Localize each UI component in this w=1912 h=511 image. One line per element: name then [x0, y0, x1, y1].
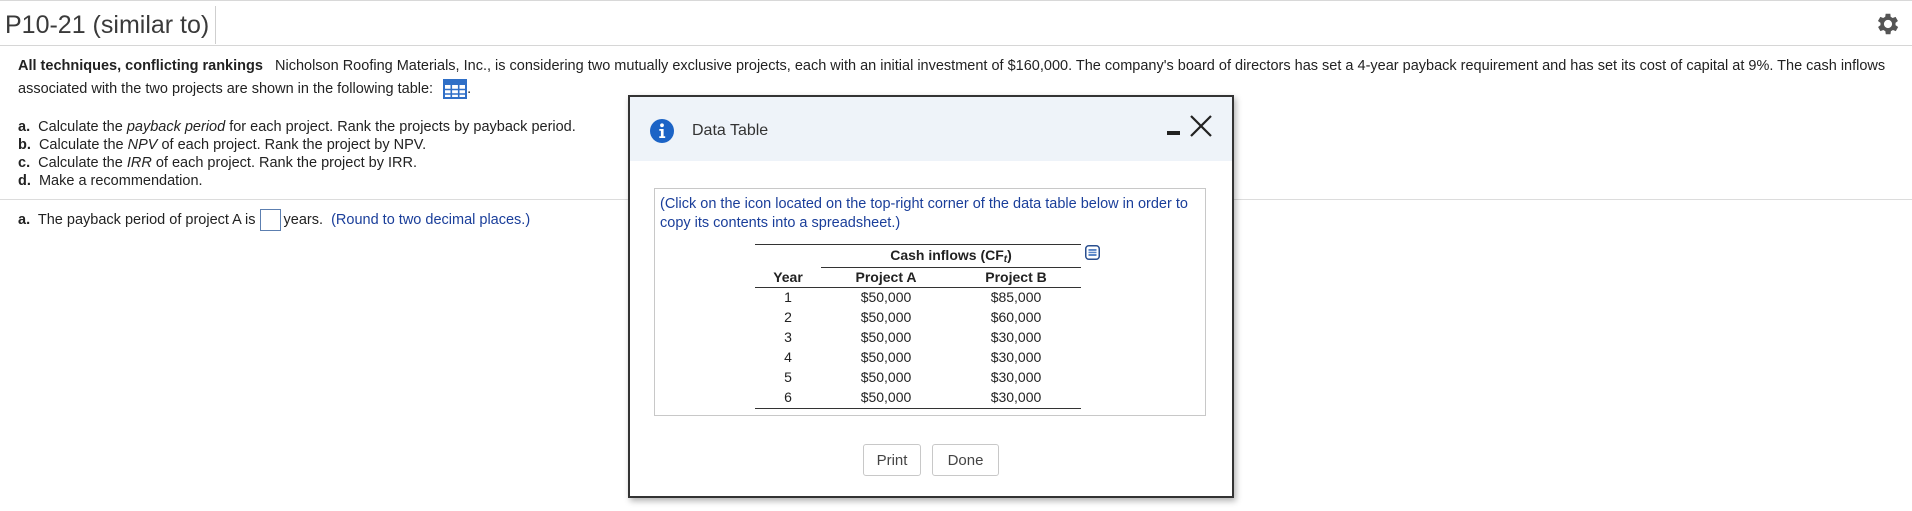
- year-cell: 4: [784, 349, 792, 365]
- dialog-header: Data Table: [630, 97, 1232, 161]
- data-table-box: (Click on the icon located on the top-ri…: [654, 188, 1206, 416]
- part-label: c.: [18, 155, 31, 171]
- question-text: Nicholson Roofing Materials, Inc., is co…: [18, 58, 1886, 97]
- dialog-title: Data Table: [692, 122, 769, 139]
- project-b-cell: $30,000: [990, 389, 1042, 405]
- part-d: d. Make a recommendation.: [18, 172, 576, 190]
- part-text: for each project. Rank the projects by p…: [225, 119, 576, 135]
- intro-period: .: [467, 81, 472, 97]
- data-table-dialog: Data Table (Click on the icon located on…: [628, 95, 1234, 498]
- project-a-cell: $50,000: [860, 329, 912, 345]
- top-border: [0, 0, 1912, 1]
- table-row: 5 $50,000 $30,000: [755, 369, 1081, 389]
- table-row: 3 $50,000 $30,000: [755, 329, 1081, 349]
- part-label: d.: [18, 173, 31, 189]
- part-text: Calculate the: [38, 119, 127, 135]
- table-rule: [821, 267, 1081, 268]
- part-label: b.: [18, 137, 31, 153]
- rounding-hint: (Round to two decimal places.): [331, 211, 531, 228]
- question-parts: a. Calculate the payback period for each…: [18, 118, 576, 190]
- question-topic: All techniques, conflicting rankings: [18, 58, 263, 74]
- column-header-project-a: Project A: [855, 269, 917, 285]
- group-header: Cash inflows (CFt): [890, 247, 1012, 265]
- project-a-cell: $50,000: [860, 369, 912, 385]
- part-text: Make a recommendation.: [38, 173, 203, 189]
- part-b: b. Calculate the NPV of each project. Ra…: [18, 136, 576, 154]
- project-a-cell: $50,000: [860, 309, 912, 325]
- answer-row: a. The payback period of project A is yea…: [18, 209, 530, 231]
- part-text: Calculate the: [38, 155, 127, 171]
- part-term: payback period: [126, 119, 226, 135]
- part-text: Calculate the: [38, 137, 128, 153]
- table-row: 1 $50,000 $85,000: [755, 289, 1081, 309]
- answer-label: a.: [18, 211, 31, 228]
- done-button[interactable]: Done: [932, 444, 999, 476]
- table-row: 2 $50,000 $60,000: [755, 309, 1081, 329]
- project-a-cell: $50,000: [860, 389, 912, 405]
- close-icon[interactable]: [1188, 113, 1214, 139]
- project-b-cell: $30,000: [990, 349, 1042, 365]
- answer-unit: years.: [283, 211, 324, 228]
- copy-instruction: (Click on the icon located on the top-ri…: [660, 196, 1188, 231]
- part-label: a.: [18, 119, 31, 135]
- year-cell: 6: [784, 389, 792, 405]
- project-b-cell: $85,000: [990, 289, 1042, 305]
- table-rule: [755, 244, 1081, 245]
- info-icon: [650, 119, 674, 143]
- table-rule: [755, 408, 1081, 409]
- year-cell: 3: [784, 329, 792, 345]
- year-cell: 2: [784, 309, 792, 325]
- project-a-cell: $50,000: [860, 349, 912, 365]
- project-b-cell: $30,000: [990, 329, 1042, 345]
- project-a-cell: $50,000: [860, 289, 912, 305]
- table-grid-icon[interactable]: [443, 79, 468, 100]
- minimize-icon[interactable]: [1166, 117, 1182, 141]
- table-row: 4 $50,000 $30,000: [755, 349, 1081, 369]
- gear-icon[interactable]: [1874, 10, 1902, 38]
- part-text: of each project. Rank the project by IRR…: [151, 155, 417, 171]
- part-term: IRR: [126, 155, 152, 171]
- project-b-cell: $60,000: [990, 309, 1042, 325]
- copy-icon[interactable]: [1085, 245, 1100, 260]
- column-header-year: Year: [773, 269, 803, 285]
- title-separator: [215, 6, 216, 44]
- table-rule: [755, 287, 1081, 288]
- part-term: NPV: [127, 137, 158, 153]
- year-cell: 1: [784, 289, 792, 305]
- project-b-cell: $30,000: [990, 369, 1042, 385]
- payback-answer-input[interactable]: [259, 209, 281, 231]
- column-header-project-b: Project B: [985, 269, 1047, 285]
- year-cell: 5: [784, 369, 792, 385]
- answer-prompt: The payback period of project A is: [37, 211, 256, 228]
- part-c: c. Calculate the IRR of each project. Ra…: [18, 154, 576, 172]
- part-a: a. Calculate the payback period for each…: [18, 118, 576, 136]
- part-text: of each project. Rank the project by NPV…: [157, 137, 427, 153]
- print-button[interactable]: Print: [863, 444, 921, 476]
- page-title: P10-21 (similar to): [5, 11, 210, 39]
- page-header: P10-21 (similar to): [0, 3, 1912, 46]
- table-row: 6 $50,000 $30,000: [755, 389, 1081, 409]
